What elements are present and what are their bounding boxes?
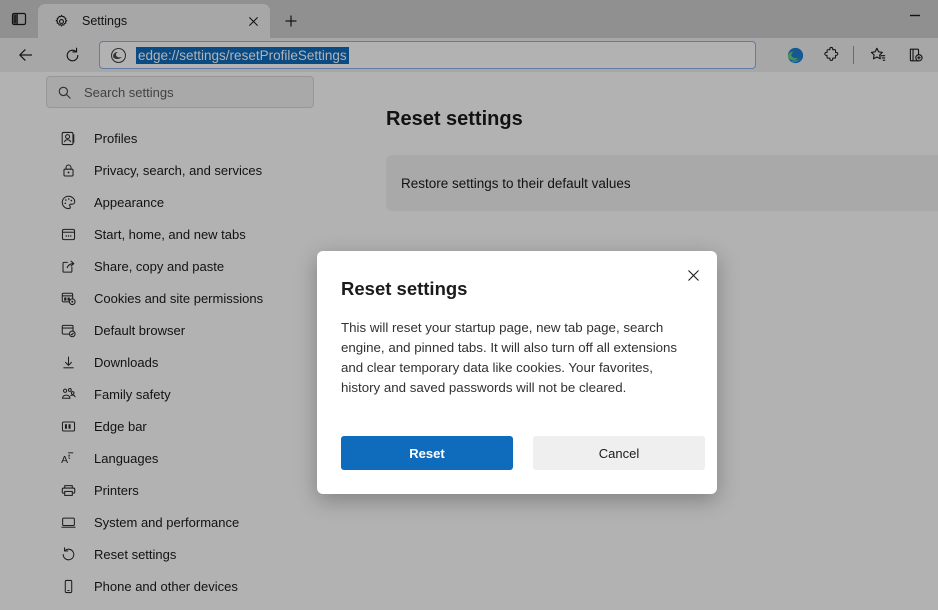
dialog-close-button[interactable] <box>678 260 708 290</box>
close-icon <box>687 269 700 282</box>
reset-button[interactable]: Reset <box>341 436 513 470</box>
dialog-title: Reset settings <box>341 278 717 300</box>
reset-settings-dialog: Reset settings This will reset your star… <box>317 251 717 494</box>
cancel-button[interactable]: Cancel <box>533 436 705 470</box>
browser-window: Settings <box>0 0 938 610</box>
dialog-actions: Reset Cancel <box>341 436 705 470</box>
dialog-body-text: This will reset your startup page, new t… <box>341 318 693 398</box>
